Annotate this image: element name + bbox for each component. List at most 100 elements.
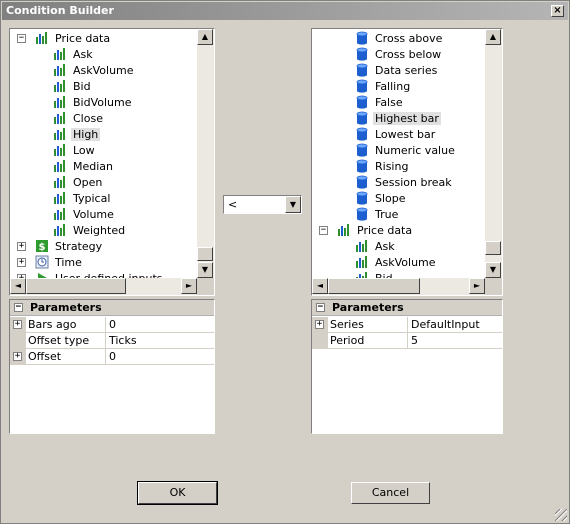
collapse-icon[interactable]: − (316, 303, 325, 312)
scroll-thumb[interactable] (197, 247, 213, 261)
hscroll-thumb[interactable] (26, 278, 126, 294)
collapse-icon[interactable]: − (319, 226, 328, 235)
hscroll-thumb[interactable] (328, 278, 420, 294)
scroll-left-button[interactable]: ◄ (312, 278, 328, 294)
tree-item[interactable]: Open (53, 175, 104, 191)
parameter-row[interactable]: + Offset 0 (10, 349, 214, 365)
tree-item[interactable]: Ask (53, 47, 95, 63)
tree-item[interactable]: Falling (355, 79, 412, 95)
row-gutter: + (10, 349, 26, 365)
tree-item[interactable]: False (355, 95, 405, 111)
tree-item[interactable]: Cross above (355, 31, 444, 47)
tree-item[interactable]: Session break (355, 175, 454, 191)
scroll-right-button[interactable]: ► (469, 278, 485, 294)
expand-icon[interactable]: + (17, 258, 26, 267)
expand-icon[interactable]: + (17, 242, 26, 251)
cancel-button[interactable]: Cancel (351, 482, 430, 504)
chart-icon (54, 176, 65, 188)
scroll-corner (197, 278, 214, 295)
tree-item[interactable]: Ask (355, 239, 397, 255)
scroll-left-button[interactable]: ◄ (10, 278, 26, 294)
parameter-value[interactable]: DefaultInput (408, 317, 480, 332)
dollar-icon: $ (36, 240, 48, 253)
tree-item[interactable]: Typical (53, 191, 112, 207)
tree-item[interactable]: AskVolume (355, 255, 438, 271)
tree-item[interactable]: True (355, 207, 400, 223)
expand-icon[interactable]: + (315, 320, 324, 329)
scroll-down-button[interactable]: ▼ (197, 262, 213, 278)
left-tree-panel[interactable]: − Price data Ask AskVolume Bid BidVolume Close… (9, 28, 215, 296)
parameter-row[interactable]: Offset type Ticks (10, 333, 214, 349)
left-tree-hscroll[interactable]: ◄ ► (10, 278, 197, 295)
tree-item[interactable]: Volume (53, 207, 116, 223)
tree-item-label: Numeric value (375, 144, 455, 157)
tree-item[interactable]: High (53, 127, 101, 143)
tree-item[interactable]: BidVolume (53, 95, 134, 111)
tree-item[interactable]: Bid (355, 271, 395, 278)
parameters-header[interactable]: − Parameters (10, 300, 214, 316)
operator-select[interactable]: < ▼ (223, 195, 302, 214)
tree-item-label: Cross above (375, 32, 443, 45)
tree-item[interactable]: Median (53, 159, 115, 175)
title-bar: Condition Builder × (2, 2, 568, 20)
tree-item[interactable]: Data series (355, 63, 439, 79)
tree-item[interactable]: Numeric value (355, 143, 457, 159)
ok-button[interactable]: OK (137, 481, 218, 505)
tree-item-label: Low (73, 144, 95, 157)
tree-item-label: Weighted (73, 224, 126, 237)
tree-item[interactable]: Lowest bar (355, 127, 437, 143)
tree-item[interactable]: + Time (17, 255, 84, 271)
tree-item[interactable]: Highest bar (355, 111, 441, 127)
scroll-up-button[interactable]: ▲ (485, 29, 501, 45)
close-button[interactable]: × (551, 5, 564, 17)
cylinder-icon (356, 47, 368, 61)
parameter-value[interactable]: Ticks (106, 333, 137, 348)
right-tree: Cross above Cross below Data series Falling… (312, 29, 485, 278)
scroll-up-button[interactable]: ▲ (197, 29, 213, 45)
expand-icon[interactable]: + (13, 320, 22, 329)
parameter-row[interactable]: + Bars ago 0 (10, 317, 214, 333)
scroll-down-button[interactable]: ▼ (485, 262, 501, 278)
tree-item[interactable]: Rising (355, 159, 410, 175)
tree-item[interactable]: +User defined inputs (17, 271, 165, 278)
chart-icon (54, 208, 65, 220)
tree-item[interactable]: + $ Strategy (17, 239, 104, 255)
tree-item[interactable]: Weighted (53, 223, 127, 239)
right-tree-vscroll[interactable]: ▲ ▼ (485, 29, 502, 278)
parameter-row[interactable]: + Series DefaultInput (312, 317, 502, 333)
tree-item-label: Data series (375, 64, 438, 77)
dropdown-arrow-icon[interactable]: ▼ (285, 196, 301, 213)
tree-item[interactable]: − Price data (17, 31, 112, 47)
scroll-right-button[interactable]: ► (181, 278, 197, 294)
chart-icon (54, 144, 65, 156)
parameter-value[interactable]: 5 (408, 333, 418, 348)
right-tree-panel[interactable]: Cross above Cross below Data series Falling… (311, 28, 503, 296)
collapse-icon[interactable]: − (14, 303, 23, 312)
parameter-value[interactable]: 0 (106, 349, 116, 364)
chart-icon (338, 224, 349, 236)
tree-item[interactable]: Close (53, 111, 105, 127)
expand-icon[interactable]: + (13, 352, 22, 361)
tree-item-label: Typical (73, 192, 111, 205)
scroll-thumb[interactable] (485, 241, 501, 255)
tree-item[interactable]: Low (53, 143, 97, 159)
parameters-header-label: Parameters (30, 301, 102, 314)
tree-item-label: Open (73, 176, 103, 189)
parameters-header[interactable]: − Parameters (312, 300, 502, 316)
tree-item-label: Time (55, 256, 82, 269)
tree-item[interactable]: Bid (53, 79, 93, 95)
chart-icon (36, 32, 47, 44)
tree-item[interactable]: − Price data (319, 223, 414, 239)
parameter-row[interactable]: Period 5 (312, 333, 502, 349)
tree-item[interactable]: AskVolume (53, 63, 136, 79)
parameter-value[interactable]: 0 (106, 317, 116, 332)
chart-icon (54, 192, 65, 204)
tree-item[interactable]: Cross below (355, 47, 443, 63)
right-tree-hscroll[interactable]: ◄ ► (312, 278, 485, 295)
window-title: Condition Builder (6, 4, 114, 17)
resize-grip-icon[interactable] (555, 509, 567, 521)
left-tree-vscroll[interactable]: ▲ ▼ (197, 29, 214, 278)
collapse-icon[interactable]: − (17, 34, 26, 43)
row-gutter: + (312, 317, 328, 333)
tree-item[interactable]: Slope (355, 191, 408, 207)
